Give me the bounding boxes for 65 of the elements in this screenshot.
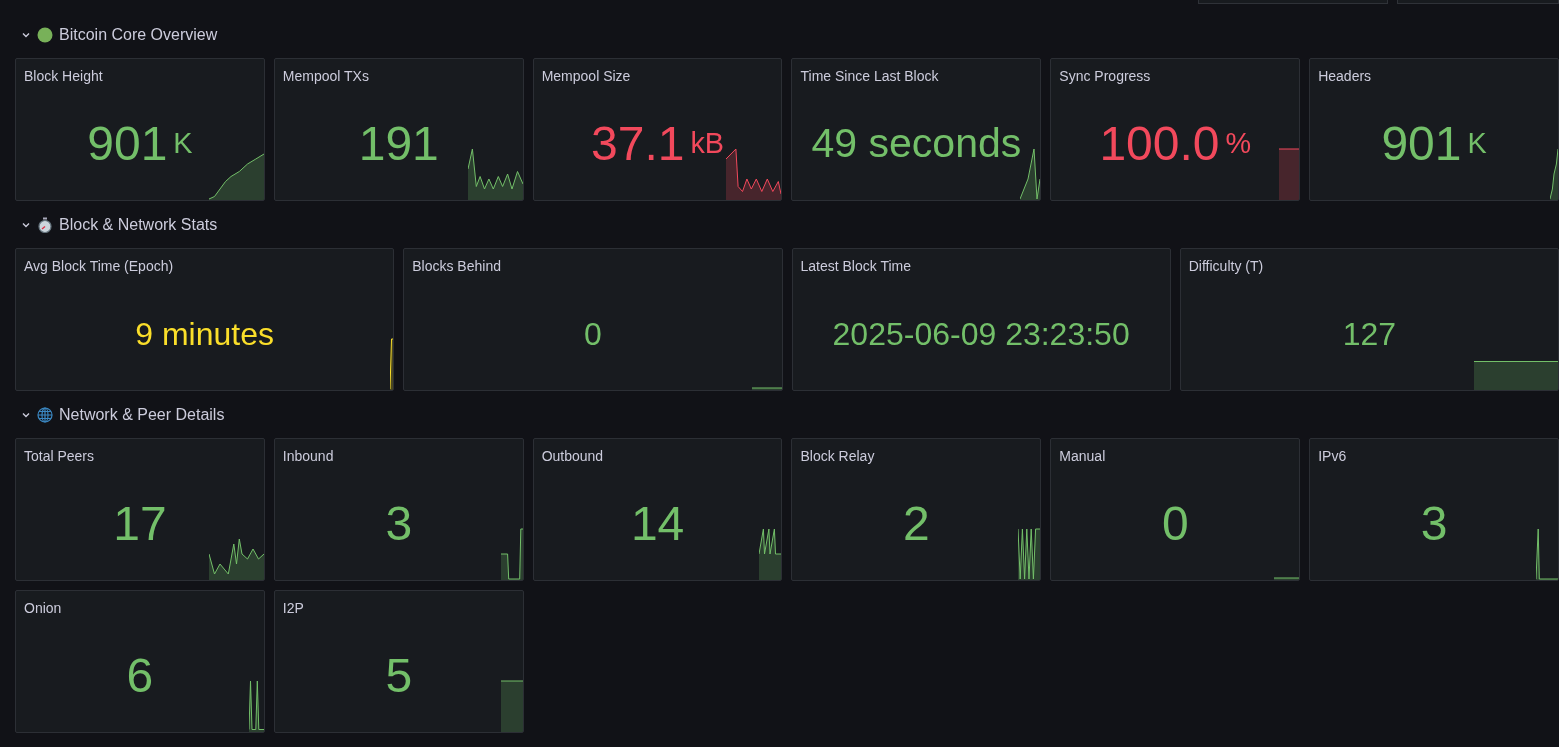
panel-title: Manual: [1059, 448, 1106, 464]
sparkline: [208, 538, 264, 580]
stat-value: 3: [385, 499, 413, 548]
panel-title: Avg Block Time (Epoch): [24, 258, 174, 274]
circle-icon: [37, 27, 53, 43]
panel-title: Onion: [24, 600, 62, 616]
stat-value: 0: [583, 317, 602, 350]
panel-title: Mempool TXs: [282, 68, 369, 84]
stat-value: 901: [1381, 119, 1462, 168]
sparkline: [759, 528, 782, 580]
unit-label: K: [173, 129, 193, 158]
panel-title: Blocks Behind: [412, 258, 501, 274]
sparkline: [1274, 577, 1300, 580]
sparkline: [1018, 528, 1041, 580]
stat-value: 901: [87, 119, 168, 168]
sparkline: [1020, 148, 1041, 200]
stat-value: 14: [630, 499, 685, 548]
panel-title: Difficulty (T): [1188, 258, 1264, 274]
sparkline: [500, 528, 523, 580]
section-title[interactable]: Network & Peer Details: [59, 406, 225, 424]
panel-title: Outbound: [541, 448, 604, 464]
section-title[interactable]: Bitcoin Core Overview: [59, 26, 218, 44]
panel-title: Headers: [1318, 68, 1372, 84]
sparkline: [751, 387, 782, 390]
stat-value: 100.0: [1099, 119, 1220, 168]
stat-value: 17: [113, 499, 167, 548]
panel-title: Sync Progress: [1059, 68, 1151, 84]
section-title[interactable]: Block & Network Stats: [59, 216, 218, 234]
stat-value: 5: [385, 651, 413, 700]
globe-icon: [37, 407, 53, 423]
stopwatch-icon: [37, 217, 53, 233]
stat-value: 6: [126, 651, 154, 700]
stat-value: 3: [1420, 499, 1448, 548]
panel-title: IPv6: [1318, 448, 1347, 464]
stat-value: 37.1: [591, 119, 685, 168]
sparkline: [1279, 148, 1300, 200]
stat-value: 49 seconds: [811, 122, 1022, 164]
sparkline: [467, 148, 523, 200]
caret-icon[interactable]: [21, 30, 31, 40]
stat-value: 0: [1161, 499, 1189, 548]
panel-title: Block Height: [24, 68, 103, 84]
panel-title: Block Relay: [800, 448, 875, 464]
panel-title: Latest Block Time: [800, 258, 911, 274]
sparkline: [390, 338, 394, 390]
stat-value: 2025-06-09 23:23:50: [832, 317, 1130, 350]
panel-title: Mempool Size: [541, 68, 631, 84]
stat-value: 191: [358, 119, 439, 168]
caret-icon[interactable]: [21, 410, 31, 420]
sparkline: [248, 680, 264, 732]
caret-icon[interactable]: [21, 220, 31, 230]
sparkline: [1550, 148, 1558, 200]
unit-label: K: [1467, 129, 1487, 158]
panel-title: Inbound: [282, 448, 334, 464]
panel-title: I2P: [282, 600, 304, 616]
stat-value: 127: [1342, 317, 1397, 350]
sparkline: [726, 148, 782, 200]
sparkline: [208, 153, 264, 200]
sparkline: [500, 680, 523, 732]
panel-title: Time Since Last Block: [800, 68, 939, 84]
panel-title: Total Peers: [24, 448, 95, 464]
sparkline: [1536, 528, 1558, 580]
unit-label: %: [1225, 129, 1252, 158]
unit-label: kB: [690, 129, 725, 158]
stat-value: 2: [903, 499, 930, 548]
stat-value: 9 minutes: [135, 317, 274, 350]
